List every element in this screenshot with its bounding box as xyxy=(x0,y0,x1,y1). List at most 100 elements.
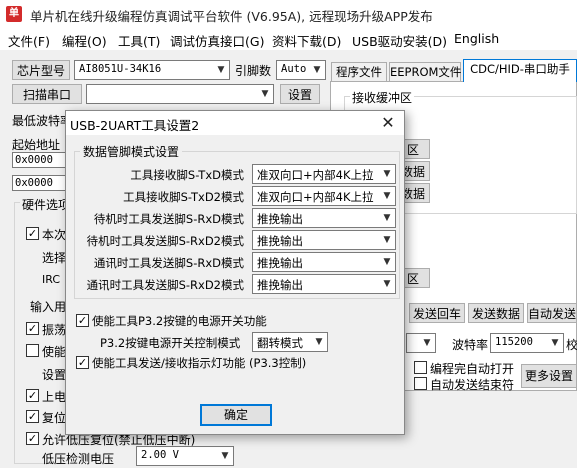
option-checkbox-5[interactable]: ✓ xyxy=(26,410,39,423)
tab-serial-assistant[interactable]: CDC/HID-串口助手 xyxy=(463,59,577,82)
send-data-button[interactable]: 发送数据 xyxy=(468,303,524,323)
port-select-2[interactable]: ▼ xyxy=(406,333,436,353)
idle-s-rxd2-mode-value: 推挽输出 xyxy=(257,234,303,248)
option-checkbox-2[interactable]: ✓ xyxy=(26,322,39,335)
menu-usb-driver[interactable]: USB驱动安装(D) xyxy=(352,31,447,50)
comm-s-rxd-mode-value: 推挽输出 xyxy=(257,256,303,270)
row-label-idle-s-rxd: 待机时工具发送脚S-RxD模式 xyxy=(93,212,244,226)
more-settings-button[interactable]: 更多设置 xyxy=(521,364,577,388)
chevron-down-icon: ▼ xyxy=(383,169,391,179)
chevron-down-icon: ▼ xyxy=(551,338,559,348)
close-icon[interactable]: ✕ xyxy=(378,113,398,132)
option-checkbox-4[interactable]: ✓ xyxy=(26,389,39,402)
pin-count-value: Auto xyxy=(281,63,307,75)
menu-bar: 文件(F) 编程(O) 工具(T) 调试仿真接口(G) 资料下载(D) USB驱… xyxy=(0,28,577,50)
chevron-down-icon: ▼ xyxy=(315,337,323,347)
row-label-comm-s-rxd: 通讯时工具发送脚S-RxD模式 xyxy=(93,256,244,270)
menu-debug-interface[interactable]: 调试仿真接口(G) xyxy=(170,31,264,50)
p32-mode-label: P3.2按键电源开关控制模式 xyxy=(100,336,241,350)
comm-s-rxd-mode-select[interactable]: 推挽输出 ▼ xyxy=(252,252,396,272)
window-title: 单片机在线升级编程仿真调试平台软件 (V6.95A), 远程现场升级APP发布 xyxy=(30,9,433,24)
menu-english[interactable]: English xyxy=(454,31,499,46)
dialog-title: USB-2UART工具设置2 xyxy=(70,118,200,133)
option-text-8: 复位 xyxy=(42,411,67,425)
option-text-4: 振荡 xyxy=(42,323,67,337)
receive-buffer-label: 接收缓冲区 xyxy=(350,89,415,106)
tab-eeprom-file[interactable]: EEPROM文件 xyxy=(389,62,461,81)
auto-send-end-checkbox[interactable] xyxy=(414,377,427,390)
ok-button[interactable]: 确定 xyxy=(200,404,272,426)
option-text-5: 使能 xyxy=(42,345,67,359)
enable-p33-led-label: 使能工具发送/接收指示灯功能 (P3.3控制) xyxy=(92,356,307,370)
s-txd2-mode-value: 准双向口+内部4K上拉 xyxy=(257,190,374,204)
send-enter-button[interactable]: 发送回车 xyxy=(409,303,465,323)
parity-label: 校 xyxy=(566,338,577,352)
p32-mode-select[interactable]: 翻转模式 ▼ xyxy=(252,332,328,352)
low-voltage-label: 低压检测电压 xyxy=(42,452,115,466)
low-voltage-value: 2.00 V xyxy=(141,449,179,461)
option-text-6: 设置 xyxy=(42,368,67,382)
start-address-label: 起始地址 xyxy=(12,138,61,152)
auto-open-label: 编程完自动打开 xyxy=(430,362,515,376)
baud-rate-label: 波特率 xyxy=(452,338,489,352)
chevron-down-icon: ▼ xyxy=(221,451,229,461)
enable-p33-led-checkbox[interactable]: ✓ xyxy=(76,356,89,369)
chevron-down-icon: ▼ xyxy=(383,191,391,201)
chevron-down-icon: ▼ xyxy=(423,338,431,348)
s-txd-mode-value: 准双向口+内部4K上拉 xyxy=(257,168,374,182)
s-txd-mode-select[interactable]: 准双向口+内部4K上拉 ▼ xyxy=(252,164,396,184)
row-label-s-txd2: 工具接收脚S-TxD2模式 xyxy=(123,190,244,204)
dialog-title-bar: USB-2UART工具设置2 ✕ xyxy=(66,111,404,135)
option-text-3: IRC xyxy=(42,273,61,286)
idle-s-rxd2-mode-select[interactable]: 推挽输出 ▼ xyxy=(252,230,396,250)
idle-s-rxd-mode-value: 推挽输出 xyxy=(257,212,303,226)
port-select[interactable]: ▼ xyxy=(86,84,274,104)
title-bar: 单 单片机在线升级编程仿真调试平台软件 (V6.95A), 远程现场升级APP发… xyxy=(0,0,577,28)
option-checkbox-1[interactable]: ✓ xyxy=(26,227,39,240)
comm-s-rxd2-mode-value: 推挽输出 xyxy=(257,278,303,292)
chevron-down-icon: ▼ xyxy=(383,279,391,289)
scan-port-button[interactable]: 扫描串口 xyxy=(12,84,82,104)
pin-count-label: 引脚数 xyxy=(235,64,272,78)
app-icon: 单 xyxy=(6,6,22,22)
pin-mode-group-title: 数据管脚模式设置 xyxy=(80,143,183,160)
app-window: 单 单片机在线升级编程仿真调试平台软件 (V6.95A), 远程现场升级APP发… xyxy=(0,0,577,468)
tab-program-file[interactable]: 程序文件 xyxy=(331,62,387,81)
menu-download[interactable]: 资料下载(D) xyxy=(272,31,341,50)
auto-send-button[interactable]: 自动发送 xyxy=(527,303,577,323)
min-baud-label: 最低波特率 xyxy=(12,114,73,128)
menu-file[interactable]: 文件(F) xyxy=(8,31,50,50)
auto-open-checkbox[interactable] xyxy=(414,361,427,374)
chevron-down-icon: ▼ xyxy=(383,235,391,245)
comm-s-rxd2-mode-select[interactable]: 推挽输出 ▼ xyxy=(252,274,396,294)
menu-program[interactable]: 编程(O) xyxy=(62,31,107,50)
idle-s-rxd-mode-select[interactable]: 推挽输出 ▼ xyxy=(252,208,396,228)
row-label-s-txd: 工具接收脚S-TxD模式 xyxy=(130,168,244,182)
low-voltage-reset-checkbox[interactable]: ✓ xyxy=(26,432,39,445)
baud-rate-value: 115200 xyxy=(495,336,533,348)
start-address-input-2[interactable]: 0x0000 xyxy=(12,175,68,191)
low-voltage-select[interactable]: 2.00 V ▼ xyxy=(136,446,234,466)
menu-tools[interactable]: 工具(T) xyxy=(118,31,160,50)
usb-2uart-settings-dialog: USB-2UART工具设置2 ✕ 数据管脚模式设置 工具接收脚S-TxD模式 准… xyxy=(65,110,405,435)
row-label-comm-s-rxd2: 通讯时工具发送脚S-RxD2模式 xyxy=(86,278,244,292)
baud-rate-select[interactable]: 115200 ▼ xyxy=(490,333,564,353)
settings-button[interactable]: 设置 xyxy=(280,84,320,104)
chip-model-value: AI8051U-34K16 xyxy=(79,63,162,75)
input-label: 输入用 xyxy=(30,300,67,314)
option-checkbox-3[interactable] xyxy=(26,344,39,357)
row-label-idle-s-rxd2: 待机时工具发送脚S-RxD2模式 xyxy=(86,234,244,248)
chevron-down-icon: ▼ xyxy=(383,213,391,223)
chevron-down-icon: ▼ xyxy=(217,65,225,75)
auto-send-end-label: 自动发送结束符 xyxy=(430,378,515,392)
chip-model-select[interactable]: AI8051U-34K16 ▼ xyxy=(74,60,230,80)
s-txd2-mode-select[interactable]: 准双向口+内部4K上拉 ▼ xyxy=(252,186,396,206)
option-text-1: 本次 xyxy=(42,228,67,242)
option-text-7: 上电 xyxy=(42,390,67,404)
start-address-input-1[interactable]: 0x0000 xyxy=(12,152,68,168)
chip-model-button[interactable]: 芯片型号 xyxy=(12,60,70,80)
enable-p32-checkbox[interactable]: ✓ xyxy=(76,314,89,327)
pin-count-select[interactable]: Auto ▼ xyxy=(276,60,326,80)
chevron-down-icon: ▼ xyxy=(313,65,321,75)
enable-p32-label: 使能工具P3.2按键的电源开关功能 xyxy=(92,314,267,328)
